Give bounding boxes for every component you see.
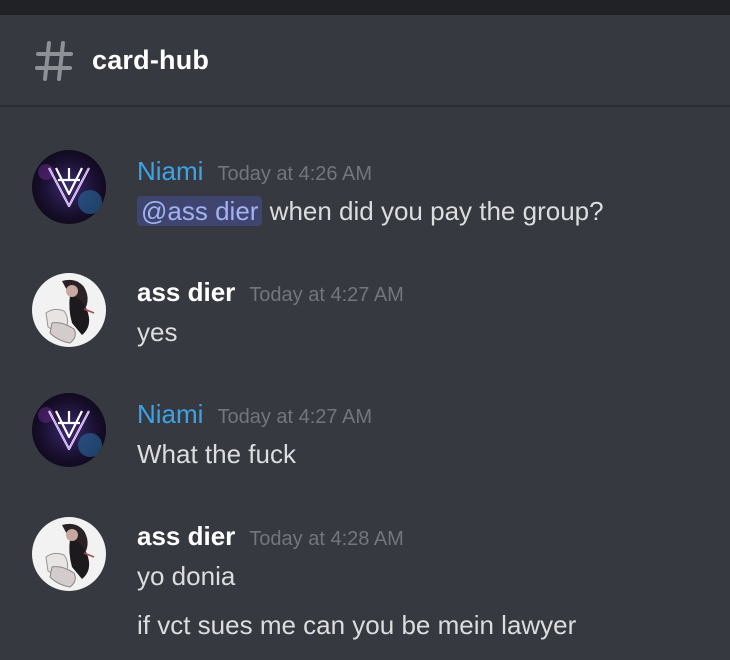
message-timestamp: Today at 4:26 AM bbox=[217, 163, 372, 185]
author-name[interactable]: ass dier bbox=[137, 277, 235, 307]
hash-icon bbox=[35, 41, 73, 81]
author-name[interactable]: Niami bbox=[137, 399, 203, 429]
avatar[interactable] bbox=[32, 150, 106, 224]
ass-dier-avatar-icon bbox=[32, 517, 106, 591]
message-header: ass dier Today at 4:27 AM bbox=[137, 277, 404, 308]
message-content: @ass dier when did you pay the group? bbox=[137, 196, 604, 227]
window-top-strip bbox=[0, 0, 730, 15]
channel-header: card-hub bbox=[0, 15, 730, 107]
avatar[interactable] bbox=[32, 517, 106, 591]
ass-dier-avatar-icon bbox=[32, 273, 106, 347]
message-text: What the fuck bbox=[137, 439, 296, 469]
message-text: when did you pay the group? bbox=[262, 196, 604, 226]
message-text: yes bbox=[137, 317, 178, 347]
avatar[interactable] bbox=[32, 273, 106, 347]
message-text: if vct sues me can you be mein lawyer bbox=[137, 610, 577, 640]
message-header: Niami Today at 4:26 AM bbox=[137, 156, 372, 187]
message-header: ass dier Today at 4:28 AM bbox=[137, 521, 404, 552]
avatar[interactable] bbox=[32, 393, 106, 467]
message-timestamp: Today at 4:28 AM bbox=[249, 528, 404, 550]
message-header: Niami Today at 4:27 AM bbox=[137, 399, 372, 430]
message-timestamp: Today at 4:27 AM bbox=[249, 284, 404, 306]
niami-avatar-icon bbox=[32, 150, 106, 224]
niami-avatar-icon bbox=[32, 393, 106, 467]
message-text: yo donia bbox=[137, 561, 236, 591]
author-name[interactable]: Niami bbox=[137, 156, 203, 186]
message-timestamp: Today at 4:27 AM bbox=[217, 406, 372, 428]
user-mention[interactable]: @ass dier bbox=[137, 196, 263, 226]
author-name[interactable]: ass dier bbox=[137, 521, 235, 551]
channel-name: card-hub bbox=[92, 45, 210, 75]
